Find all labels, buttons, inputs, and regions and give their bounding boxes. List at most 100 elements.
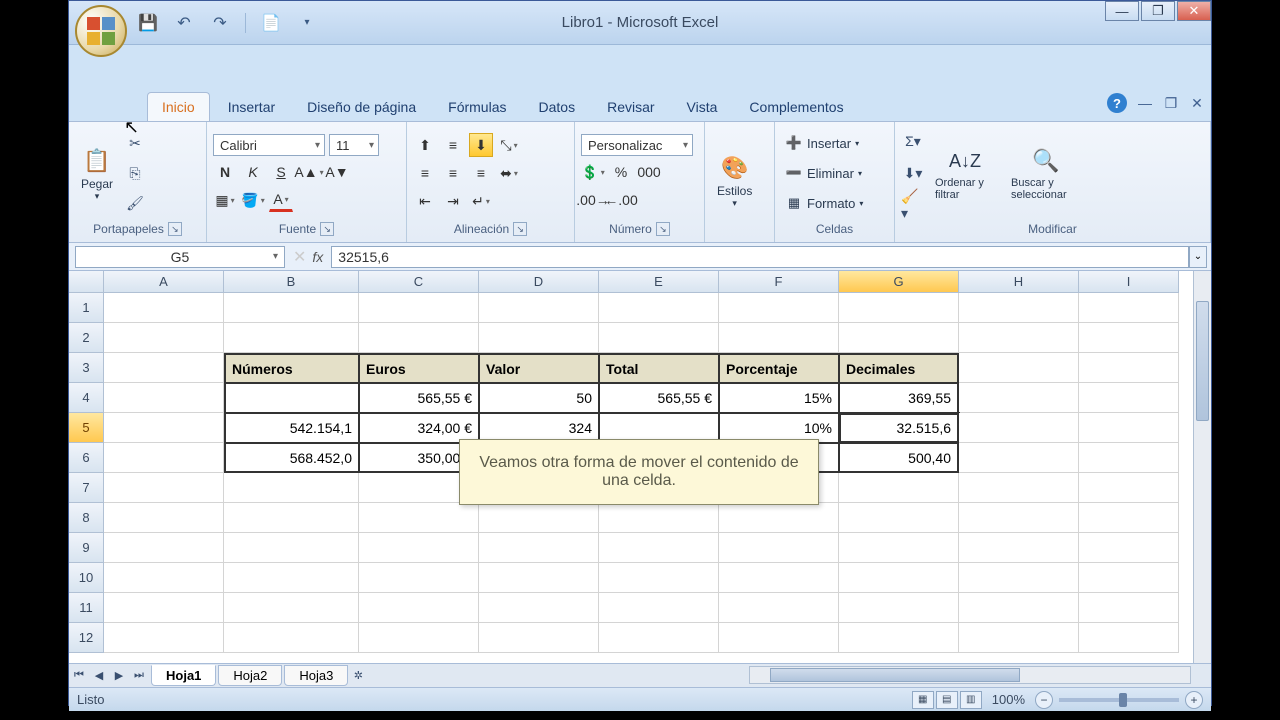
cell-E9[interactable]: [599, 533, 719, 563]
cell-A8[interactable]: [104, 503, 224, 533]
align-top-button[interactable]: ⬆: [413, 133, 437, 157]
merge-button[interactable]: ⬌: [497, 161, 521, 185]
row-header-5[interactable]: 5: [69, 413, 104, 443]
qat-customize-icon[interactable]: ▾: [296, 12, 318, 34]
cut-icon[interactable]: ✂: [123, 131, 147, 155]
cell-G3[interactable]: Decimales: [839, 353, 959, 383]
page-layout-view-button[interactable]: ▤: [936, 691, 958, 709]
zoom-slider[interactable]: [1059, 698, 1179, 702]
cell-B2[interactable]: [224, 323, 359, 353]
tab-vista[interactable]: Vista: [673, 93, 732, 121]
minimize-button[interactable]: —: [1105, 1, 1139, 21]
cell-D12[interactable]: [479, 623, 599, 653]
shrink-font-button[interactable]: A▼: [325, 160, 349, 184]
format-painter-icon[interactable]: 🖌: [123, 191, 147, 215]
cell-I11[interactable]: [1079, 593, 1179, 623]
cell-D10[interactable]: [479, 563, 599, 593]
worksheet-grid[interactable]: ABCDEFGHI 123456789101112 NúmerosEurosVa…: [69, 271, 1211, 663]
cell-C4[interactable]: 565,55 €: [359, 383, 479, 413]
cell-G12[interactable]: [839, 623, 959, 653]
cell-F10[interactable]: [719, 563, 839, 593]
cell-E8[interactable]: [599, 503, 719, 533]
cell-D4[interactable]: 50: [479, 383, 599, 413]
increase-indent-button[interactable]: ⇥: [441, 189, 465, 213]
cell-A7[interactable]: [104, 473, 224, 503]
column-header-I[interactable]: I: [1079, 271, 1179, 293]
grow-font-button[interactable]: A▲: [297, 160, 321, 184]
cell-E10[interactable]: [599, 563, 719, 593]
cell-E1[interactable]: [599, 293, 719, 323]
cell-H7[interactable]: [959, 473, 1079, 503]
new-sheet-button[interactable]: ✲: [348, 666, 368, 686]
cell-B5[interactable]: 542.154,1: [224, 413, 359, 443]
cell-B8[interactable]: [224, 503, 359, 533]
vertical-scrollbar[interactable]: [1193, 271, 1211, 663]
cell-E2[interactable]: [599, 323, 719, 353]
cell-G2[interactable]: [839, 323, 959, 353]
cell-D8[interactable]: [479, 503, 599, 533]
cell-C2[interactable]: [359, 323, 479, 353]
cell-B9[interactable]: [224, 533, 359, 563]
number-dialog-launcher[interactable]: ↘: [656, 222, 670, 236]
cell-I6[interactable]: [1079, 443, 1179, 473]
paste-button[interactable]: 📋 Pegar ▾: [75, 141, 119, 206]
align-center-button[interactable]: ≡: [441, 161, 465, 185]
cell-B10[interactable]: [224, 563, 359, 593]
insert-cells-button[interactable]: ➕Insertar: [781, 132, 867, 154]
expand-formula-bar-button[interactable]: ⌄: [1189, 246, 1207, 268]
cell-F3[interactable]: Porcentaje: [719, 353, 839, 383]
cell-E4[interactable]: 565,55 €: [599, 383, 719, 413]
tab-diseño-de-página[interactable]: Diseño de página: [293, 93, 430, 121]
cell-A12[interactable]: [104, 623, 224, 653]
copy-icon[interactable]: ⎘: [123, 161, 147, 185]
cell-A5[interactable]: [104, 413, 224, 443]
close-button[interactable]: ✕: [1177, 1, 1211, 21]
cell-E12[interactable]: [599, 623, 719, 653]
cell-I7[interactable]: [1079, 473, 1179, 503]
cell-A2[interactable]: [104, 323, 224, 353]
sheet-tab-hoja1[interactable]: Hoja1: [151, 665, 216, 686]
cell-C12[interactable]: [359, 623, 479, 653]
row-header-2[interactable]: 2: [69, 323, 104, 353]
align-left-button[interactable]: ≡: [413, 161, 437, 185]
cell-A1[interactable]: [104, 293, 224, 323]
cell-G10[interactable]: [839, 563, 959, 593]
cell-H1[interactable]: [959, 293, 1079, 323]
cell-H10[interactable]: [959, 563, 1079, 593]
cell-B7[interactable]: [224, 473, 359, 503]
column-header-D[interactable]: D: [479, 271, 599, 293]
tab-fórmulas[interactable]: Fórmulas: [434, 93, 520, 121]
sheet-tab-hoja3[interactable]: Hoja3: [284, 665, 348, 686]
undo-icon[interactable]: ↶: [173, 12, 195, 34]
cell-H3[interactable]: [959, 353, 1079, 383]
cell-C3[interactable]: Euros: [359, 353, 479, 383]
alignment-dialog-launcher[interactable]: ↘: [513, 222, 527, 236]
row-header-3[interactable]: 3: [69, 353, 104, 383]
comma-button[interactable]: 000: [637, 160, 661, 184]
wrap-text-button[interactable]: ↵: [469, 189, 493, 213]
cell-D9[interactable]: [479, 533, 599, 563]
cell-G5[interactable]: 32.515,6: [839, 413, 959, 443]
cell-A10[interactable]: [104, 563, 224, 593]
cell-H8[interactable]: [959, 503, 1079, 533]
row-header-4[interactable]: 4: [69, 383, 104, 413]
tab-revisar[interactable]: Revisar: [593, 93, 668, 121]
fill-button[interactable]: ⬇▾: [901, 161, 925, 185]
autosum-button[interactable]: Σ▾: [901, 129, 925, 153]
cell-B4[interactable]: [224, 383, 359, 413]
row-header-9[interactable]: 9: [69, 533, 104, 563]
row-header-10[interactable]: 10: [69, 563, 104, 593]
inner-minimize-button[interactable]: —: [1137, 95, 1153, 111]
zoom-in-button[interactable]: +: [1185, 691, 1203, 709]
decrease-decimal-button[interactable]: ←.00: [609, 188, 633, 212]
tab-complementos[interactable]: Complementos: [735, 93, 857, 121]
vscroll-thumb[interactable]: [1196, 301, 1209, 421]
hscroll-thumb[interactable]: [770, 668, 1020, 682]
fx-icon[interactable]: fx: [312, 249, 323, 265]
cell-B1[interactable]: [224, 293, 359, 323]
cell-H2[interactable]: [959, 323, 1079, 353]
number-format-combo[interactable]: Personalizac: [581, 134, 693, 156]
column-header-B[interactable]: B: [224, 271, 359, 293]
cell-I12[interactable]: [1079, 623, 1179, 653]
cell-G8[interactable]: [839, 503, 959, 533]
